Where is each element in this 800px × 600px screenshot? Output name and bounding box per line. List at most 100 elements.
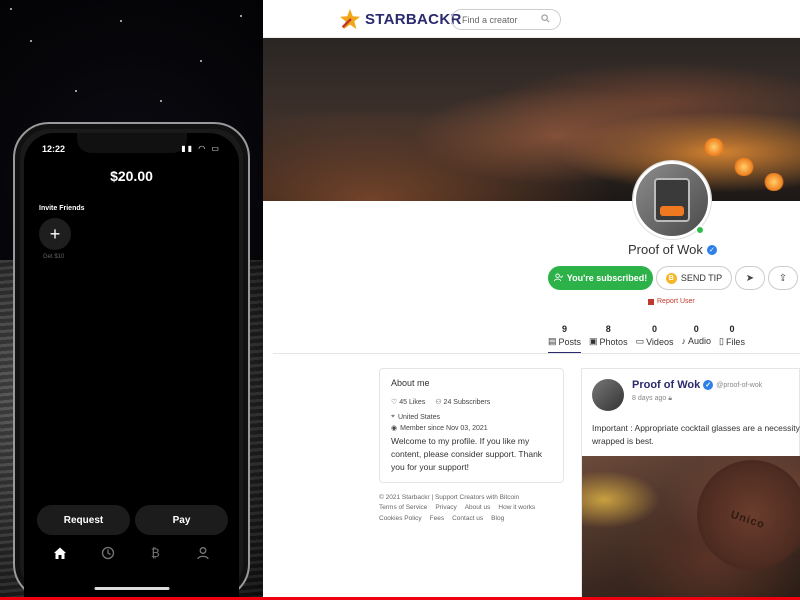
tab-count: 0	[652, 324, 658, 334]
tabs-divider	[273, 353, 800, 354]
bitcoin-icon[interactable]: ₿	[147, 545, 163, 561]
plus-icon: +	[49, 223, 61, 244]
footer-link-contact[interactable]: Contact us	[452, 514, 483, 524]
tab-label: ♪ Audio	[681, 336, 711, 351]
send-tip-button[interactable]: B SEND TIP	[656, 266, 732, 290]
user-circle-icon: ◉	[391, 425, 398, 432]
report-user-link[interactable]: Report User	[648, 298, 695, 305]
search-icon	[541, 14, 550, 25]
add-friend-button[interactable]: +	[39, 218, 71, 250]
member-since-text: Member since Nov 03, 2021	[400, 424, 488, 432]
post-card: Proof of Wok ✓ @proof-of-wok 8 days ago …	[581, 368, 800, 600]
post-text-line: wrapped is best.	[592, 435, 654, 446]
file-icon: ▯	[718, 336, 724, 346]
users-icon: ⚇	[435, 399, 442, 406]
tab-posts[interactable]: 9 ▤ Posts	[548, 324, 582, 354]
profile-name: Proof of Wok ✓	[628, 242, 717, 257]
tab-label-text: Posts	[558, 336, 582, 347]
profile-name-text: Proof of Wok	[628, 242, 703, 257]
star	[240, 15, 242, 17]
clock-icon[interactable]	[100, 545, 116, 561]
flag-icon	[648, 298, 654, 305]
tab-label-text: Files	[725, 336, 745, 347]
tab-label: ▭ Videos	[636, 336, 674, 352]
share-icon: ⇪	[778, 272, 788, 284]
profile-tabs: 9 ▤ Posts 8 ▣ Photos 0 ▭ Videos 0 ♪ Audio 0 …	[548, 324, 753, 354]
star-logo-icon	[339, 8, 361, 30]
send-arrow-icon: ➤	[745, 272, 755, 284]
footer-links: Terms of Service Privacy About us How it…	[379, 503, 564, 524]
tab-label: ▤ Posts	[548, 336, 582, 354]
tab-count: 8	[605, 324, 611, 334]
about-description: Welcome to my profile. If you like my co…	[391, 436, 543, 472]
tab-count: 0	[693, 324, 699, 334]
post-author-handle: @proof-of-wok	[716, 381, 763, 389]
tab-audio[interactable]: 0 ♪ Audio	[681, 324, 711, 354]
footer-link-terms[interactable]: Terms of Service	[379, 503, 427, 513]
subscribed-label: You're subscribed!	[566, 273, 648, 283]
tab-label-text: Videos	[646, 336, 674, 347]
fire-glow	[763, 173, 785, 191]
location-text: United States	[397, 413, 440, 421]
star	[75, 90, 77, 92]
post-date-text: 8 days ago	[632, 395, 667, 402]
verified-badge-icon: ✓	[703, 380, 714, 390]
phone-background: 12:22 ▮▮ ◠ ▭ $20.00 Invite Friends + Get…	[0, 0, 263, 600]
send-tip-label: SEND TIP	[680, 273, 723, 283]
post-author[interactable]: Proof of Wok ✓ @proof-of-wok	[632, 379, 762, 391]
profile-banner-image	[263, 38, 800, 201]
pay-button[interactable]: Pay	[135, 505, 228, 535]
post-author-name: Proof of Wok	[632, 379, 701, 391]
online-status-dot	[696, 226, 704, 234]
about-stats: ♡ 45 Likes ⚇ 24 Subscribers	[391, 398, 552, 406]
footer-link-privacy[interactable]: Privacy	[435, 503, 456, 513]
tab-files[interactable]: 0 ▯ Files	[719, 324, 745, 354]
footer-link-about[interactable]: About us	[465, 503, 491, 513]
user-icon[interactable]	[195, 545, 211, 561]
star	[30, 40, 32, 42]
star	[200, 60, 202, 62]
starbackr-logo[interactable]: STARBACKR	[339, 8, 462, 30]
tab-photos[interactable]: 8 ▣ Photos	[589, 324, 628, 354]
footer-link-fees[interactable]: Fees	[430, 514, 444, 524]
phone-screen: 12:22 ▮▮ ◠ ▭ $20.00 Invite Friends + Get…	[24, 133, 239, 598]
tab-videos[interactable]: 0 ▭ Videos	[636, 324, 674, 354]
user-check-icon	[553, 272, 563, 284]
image-icon: ▣	[589, 336, 598, 346]
status-time: 12:22	[42, 144, 66, 154]
member-since-line: ◉ Member since Nov 03, 2021	[391, 424, 552, 433]
footer-link-how-it-works[interactable]: How it works	[498, 503, 535, 513]
footer-link-cookies[interactable]: Cookies Policy	[379, 514, 422, 524]
bitcoin-coin-icon: B	[665, 272, 677, 284]
about-me-card: About me ♡ 45 Likes ⚇ 24 Subscribers ⌖ Un…	[379, 368, 564, 483]
home-icon[interactable]	[52, 545, 68, 561]
message-button[interactable]: ➤	[735, 266, 765, 290]
subscribers-stat: ⚇ 24 Subscribers	[435, 398, 490, 406]
tab-label: ▣ Photos	[589, 336, 628, 352]
fire-shape	[660, 206, 684, 216]
about-title: About me	[391, 378, 430, 388]
signal-wifi-battery-icon: ▮▮ ◠ ▭	[181, 144, 221, 153]
subscribed-button[interactable]: You're subscribed!	[548, 266, 653, 290]
post-text-line: Important : Appropriate cocktail glasses…	[592, 423, 800, 433]
search-input[interactable]: Find a creator	[451, 9, 561, 30]
post-image[interactable]: Unico	[582, 456, 800, 600]
video-icon: ▭	[635, 336, 645, 346]
post-author-avatar[interactable]	[592, 379, 624, 411]
tab-count: 9	[562, 324, 568, 334]
tab-label: ▯ Files	[719, 336, 745, 352]
location-line: ⌖ United States	[391, 413, 552, 421]
share-button[interactable]: ⇪	[768, 266, 798, 290]
invite-subtext: Get $10	[43, 254, 65, 260]
lock-icon: 🔒︎	[668, 395, 672, 402]
copyright: © 2021 Starbackr | Support Creators with…	[379, 494, 520, 501]
location-pin-icon: ⌖	[391, 413, 395, 420]
balance-amount: $20.00	[110, 168, 153, 184]
report-user-label: Report User	[657, 298, 695, 305]
post-text: Important : Appropriate cocktail glasses…	[592, 422, 800, 448]
request-button[interactable]: Request	[37, 505, 130, 535]
phone-frame: 12:22 ▮▮ ◠ ▭ $20.00 Invite Friends + Get…	[13, 122, 250, 600]
subscribers-text: 24 Subscribers	[443, 399, 491, 406]
starbackr-site: STARBACKR Find a creator Proof of Wok ✓ …	[263, 0, 800, 600]
footer-link-blog[interactable]: Blog	[491, 514, 504, 524]
